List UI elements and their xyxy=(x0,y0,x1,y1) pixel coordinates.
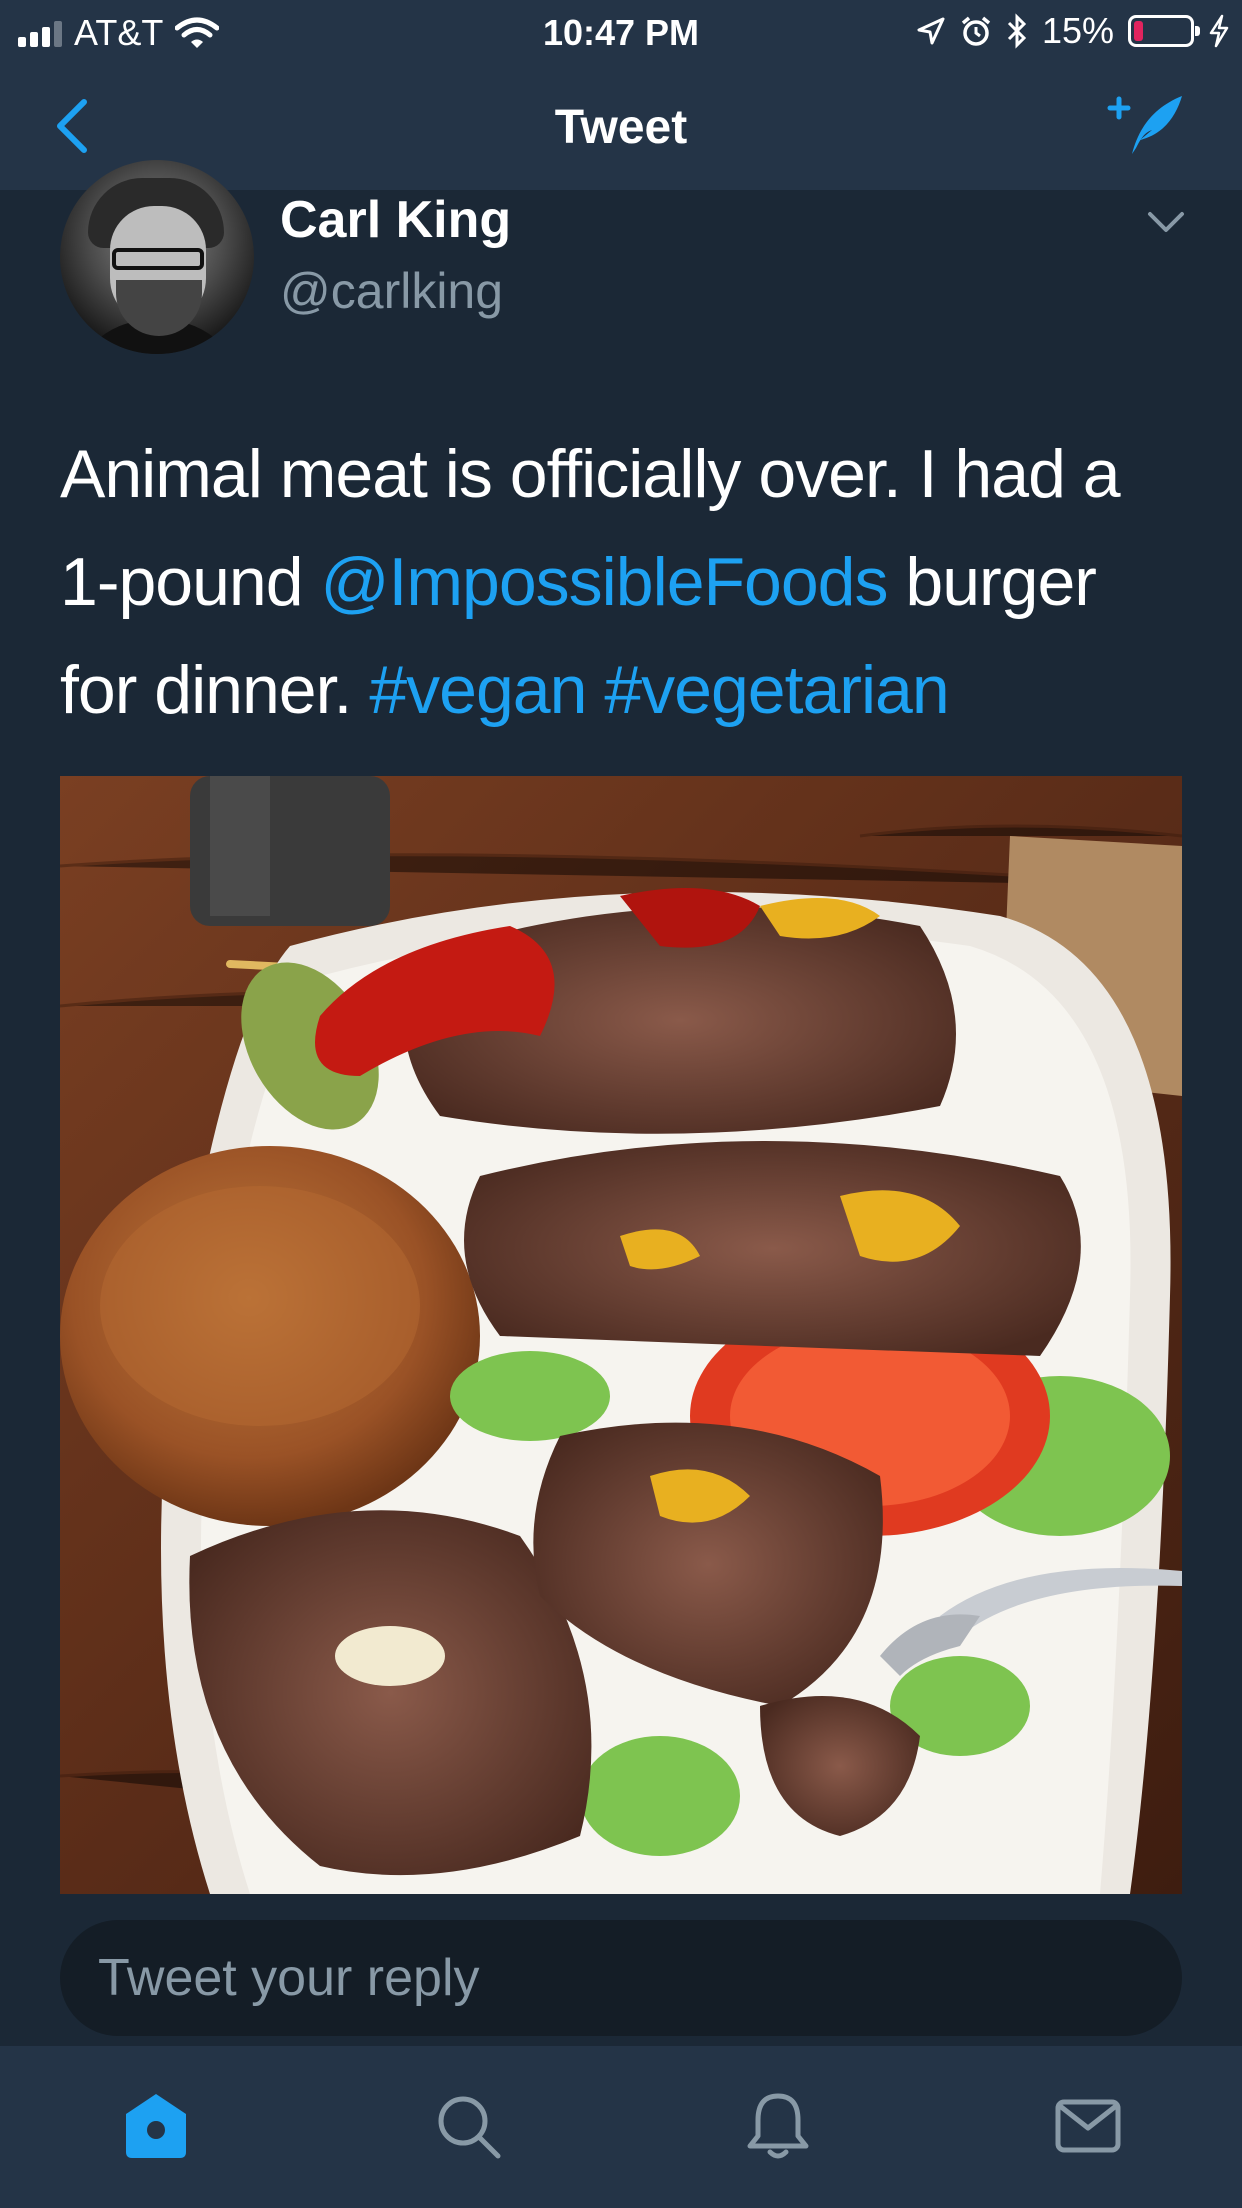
compose-tweet-icon[interactable] xyxy=(1106,90,1186,160)
page-title: Tweet xyxy=(554,101,688,154)
alarm-icon xyxy=(961,16,991,46)
bluetooth-icon xyxy=(1007,13,1027,49)
chevron-down-icon[interactable] xyxy=(1146,208,1186,236)
status-bar: AT&T 10:47 PM 15% xyxy=(0,0,1242,60)
tweet-text: Animal meat is officially over. I had a … xyxy=(60,420,1190,744)
charging-icon xyxy=(1209,14,1229,48)
status-right: 15% xyxy=(916,10,1230,52)
author-handle[interactable]: @carlking xyxy=(280,262,503,320)
avatar[interactable] xyxy=(60,160,254,354)
search-icon[interactable] xyxy=(432,2090,504,2162)
battery-icon xyxy=(1128,15,1200,47)
messages-icon[interactable] xyxy=(1052,2090,1124,2162)
battery-percent: 15% xyxy=(1041,10,1114,51)
mention-link[interactable]: @ImpossibleFoods xyxy=(320,544,888,620)
notifications-icon[interactable] xyxy=(742,2090,814,2162)
hashtag-link-vegetarian[interactable]: #vegetarian xyxy=(604,652,949,728)
tab-bar xyxy=(0,2046,1242,2208)
home-icon[interactable] xyxy=(120,2090,192,2162)
burger-photo-illustration xyxy=(60,776,1182,1894)
location-icon xyxy=(917,17,945,45)
hashtag-link-vegan[interactable]: #vegan xyxy=(369,652,587,728)
tweet-photo[interactable] xyxy=(60,776,1182,1894)
reply-bar: Tweet your reply xyxy=(0,1894,1242,2046)
author-name[interactable]: Carl King xyxy=(280,190,511,250)
reply-input[interactable]: Tweet your reply xyxy=(60,1920,1182,2036)
